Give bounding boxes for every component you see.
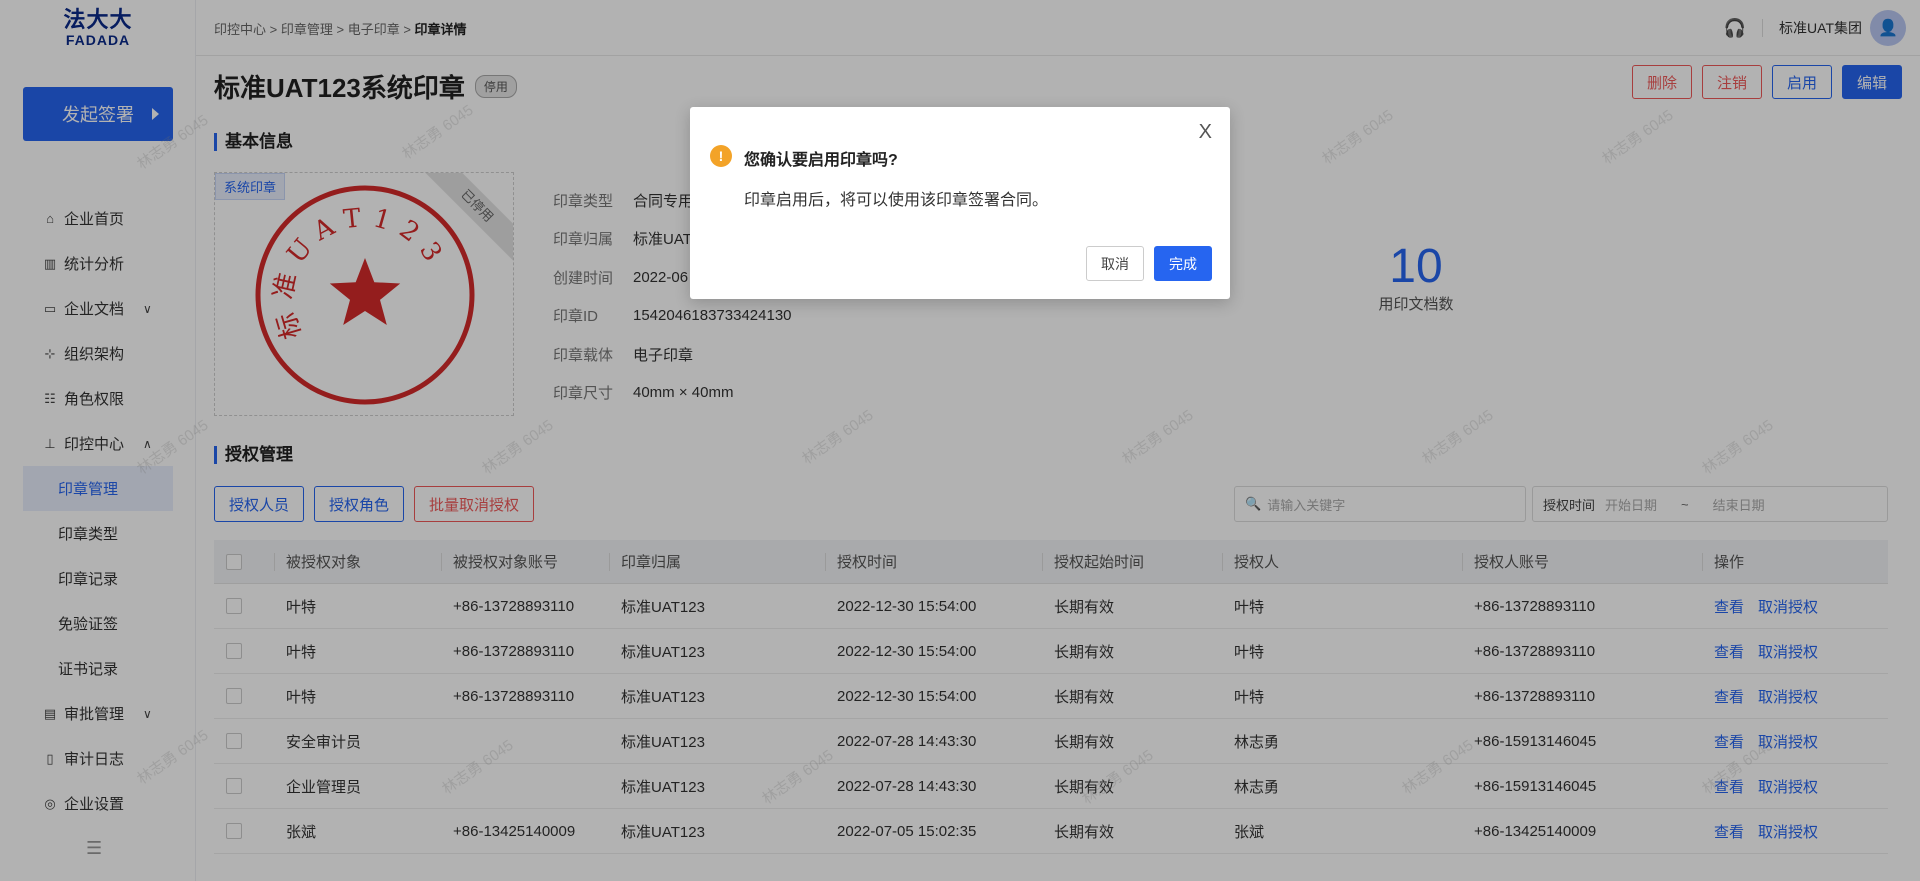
dialog-confirm-button[interactable]: 完成 (1154, 246, 1212, 281)
dialog-actions: 取消 完成 (1076, 246, 1212, 281)
dialog-message: 印章启用后，将可以使用该印章签署合同。 (744, 192, 1049, 209)
warning-icon: ! (710, 145, 732, 167)
dialog-cancel-button[interactable]: 取消 (1086, 246, 1144, 281)
confirm-enable-dialog: X ! 您确认要启用印章吗? 印章启用后，将可以使用该印章签署合同。 取消 完成 (690, 107, 1230, 299)
dialog-title: 您确认要启用印章吗? (744, 152, 898, 169)
close-icon[interactable]: X (1199, 121, 1212, 144)
